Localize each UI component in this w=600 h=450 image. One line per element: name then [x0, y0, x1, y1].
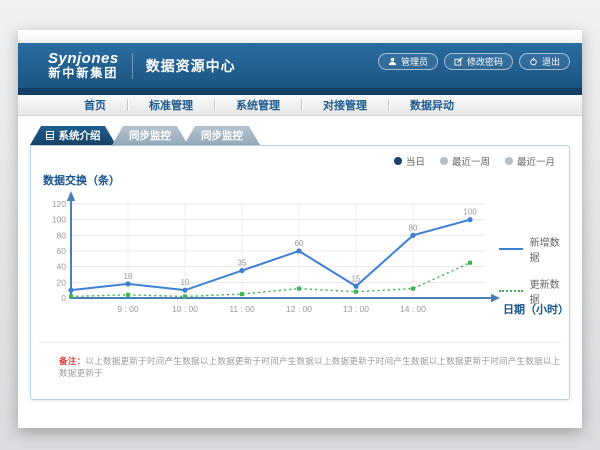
radio-unselected-icon: [440, 157, 448, 165]
data-point-marker: [126, 293, 130, 297]
logo-text-cn: 新中新集团: [48, 67, 119, 80]
change-password-button[interactable]: 修改密码: [444, 53, 513, 70]
data-point-marker: [410, 233, 415, 238]
radio-option-last-month[interactable]: 最近一月: [505, 154, 555, 168]
y-axis-arrow-icon: [67, 191, 75, 201]
tab-label: 系统介绍: [59, 128, 101, 143]
chart-y-axis-title: 数据交换（条）: [43, 172, 120, 188]
x-tick-label: 10 : 00: [172, 304, 198, 314]
data-point-marker: [297, 287, 301, 291]
x-tick-label: 11 : 00: [229, 304, 255, 314]
legend-item-new-data[interactable]: 新增数据: [499, 234, 569, 264]
app-header: Synjones 新中新集团 数据资源中心 管理员 修改密码 退出: [18, 43, 582, 88]
change-password-label: 修改密码: [467, 55, 503, 68]
user-icon: [388, 57, 397, 66]
data-point-marker: [296, 248, 301, 253]
x-tick-label: 13 : 00: [343, 304, 369, 314]
page-title: 数据资源中心: [146, 56, 236, 76]
nav-item-data-change[interactable]: 数据异动: [389, 97, 475, 113]
window-top-strip: [18, 30, 582, 43]
y-tick-label: 80: [57, 230, 67, 240]
radio-option-last-week[interactable]: 最近一周: [440, 154, 490, 168]
logout-label: 退出: [542, 55, 560, 68]
data-point-marker: [183, 294, 187, 298]
admin-user-button[interactable]: 管理员: [378, 53, 438, 70]
panel-divider: [39, 342, 561, 343]
solid-line-swatch: [499, 248, 523, 250]
nav-item-home[interactable]: 首页: [63, 97, 127, 113]
tab-label: 同步监控: [201, 128, 243, 143]
nav-item-system-mgmt[interactable]: 系统管理: [215, 97, 301, 113]
legend-label: 新增数据: [530, 234, 569, 264]
logo-text-en: Synjones: [48, 51, 119, 67]
radio-unselected-icon: [505, 157, 513, 165]
radio-label: 当日: [406, 154, 425, 168]
data-point-label: 100: [463, 208, 477, 217]
legend-label: 更新数据: [530, 276, 569, 306]
tab-sync-monitor-1[interactable]: 同步监控: [112, 126, 188, 145]
data-point-marker: [239, 268, 244, 273]
radio-label: 最近一月: [517, 154, 555, 168]
data-point-marker: [240, 292, 244, 296]
legend-item-updated-data[interactable]: 更新数据: [499, 276, 569, 306]
y-tick-label: 40: [57, 262, 67, 272]
data-point-marker: [411, 287, 415, 291]
data-point-marker: [353, 284, 358, 289]
x-tick-label: 9 : 00: [117, 304, 139, 314]
tab-system-intro[interactable]: 系统介绍: [30, 126, 116, 145]
logout-button[interactable]: 退出: [519, 53, 570, 70]
data-point-marker: [68, 288, 73, 293]
nav-item-standard-mgmt[interactable]: 标准管理: [128, 97, 214, 113]
radio-option-today[interactable]: 当日: [394, 154, 425, 168]
company-logo: Synjones 新中新集团: [48, 51, 119, 79]
data-point-marker: [69, 294, 73, 298]
tab-sync-monitor-2[interactable]: 同步监控: [184, 126, 260, 145]
nav-item-interface-mgmt[interactable]: 对接管理: [302, 97, 388, 113]
data-point-label: 18: [124, 272, 133, 281]
footnote-text: 以上数据更新于时间产生数据以上数据更新于时间产生数据以上数据更新于时间产生数据以…: [59, 356, 561, 378]
y-tick-label: 100: [52, 215, 66, 225]
data-point-label: 15: [352, 274, 361, 283]
data-point-marker: [354, 290, 358, 294]
main-nav: 首页 标准管理 系统管理 对接管理 数据异动: [18, 95, 582, 116]
data-point-marker: [467, 217, 472, 222]
y-tick-label: 20: [57, 277, 67, 287]
data-point-label: 10: [181, 278, 190, 287]
y-tick-label: 120: [52, 199, 66, 209]
header-actions: 管理员 修改密码 退出: [378, 53, 570, 70]
radio-selected-icon: [394, 157, 402, 165]
power-icon: [529, 57, 538, 66]
y-tick-label: 0: [61, 293, 66, 303]
tab-label: 同步监控: [129, 128, 171, 143]
tab-bar: 系统介绍 同步监控 同步监控: [30, 126, 582, 145]
data-point-marker: [468, 261, 472, 265]
data-point-label: 35: [238, 259, 247, 268]
radio-label: 最近一周: [452, 154, 490, 168]
data-point-label: 60: [295, 239, 304, 248]
document-icon: [46, 131, 54, 140]
admin-user-label: 管理员: [401, 55, 428, 68]
footnote-label: 备注：: [59, 356, 85, 366]
browser-window: Synjones 新中新集团 数据资源中心 管理员 修改密码 退出 首页 标准管…: [18, 30, 582, 428]
time-range-filter: 当日 最近一周 最近一月: [394, 154, 555, 168]
x-tick-label: 12 : 00: [286, 304, 312, 314]
edit-icon: [454, 57, 463, 66]
data-point-label: 80: [409, 223, 418, 232]
dotted-line-swatch: [499, 290, 523, 292]
data-point-marker: [182, 288, 187, 293]
x-tick-label: 14 : 00: [400, 304, 426, 314]
content-panel: 当日 最近一周 最近一月 数据交换（条） 0 20 40 60 80 100 120 9 : …: [30, 145, 570, 400]
footnote: 备注：以上数据更新于时间产生数据以上数据更新于时间产生数据以上数据更新于时间产生…: [59, 355, 569, 379]
header-divider: [132, 53, 133, 79]
y-tick-label: 60: [57, 246, 67, 256]
chart-legend: 新增数据 更新数据: [499, 234, 569, 306]
data-point-marker: [125, 281, 130, 286]
header-bottom-strip: [18, 88, 582, 95]
